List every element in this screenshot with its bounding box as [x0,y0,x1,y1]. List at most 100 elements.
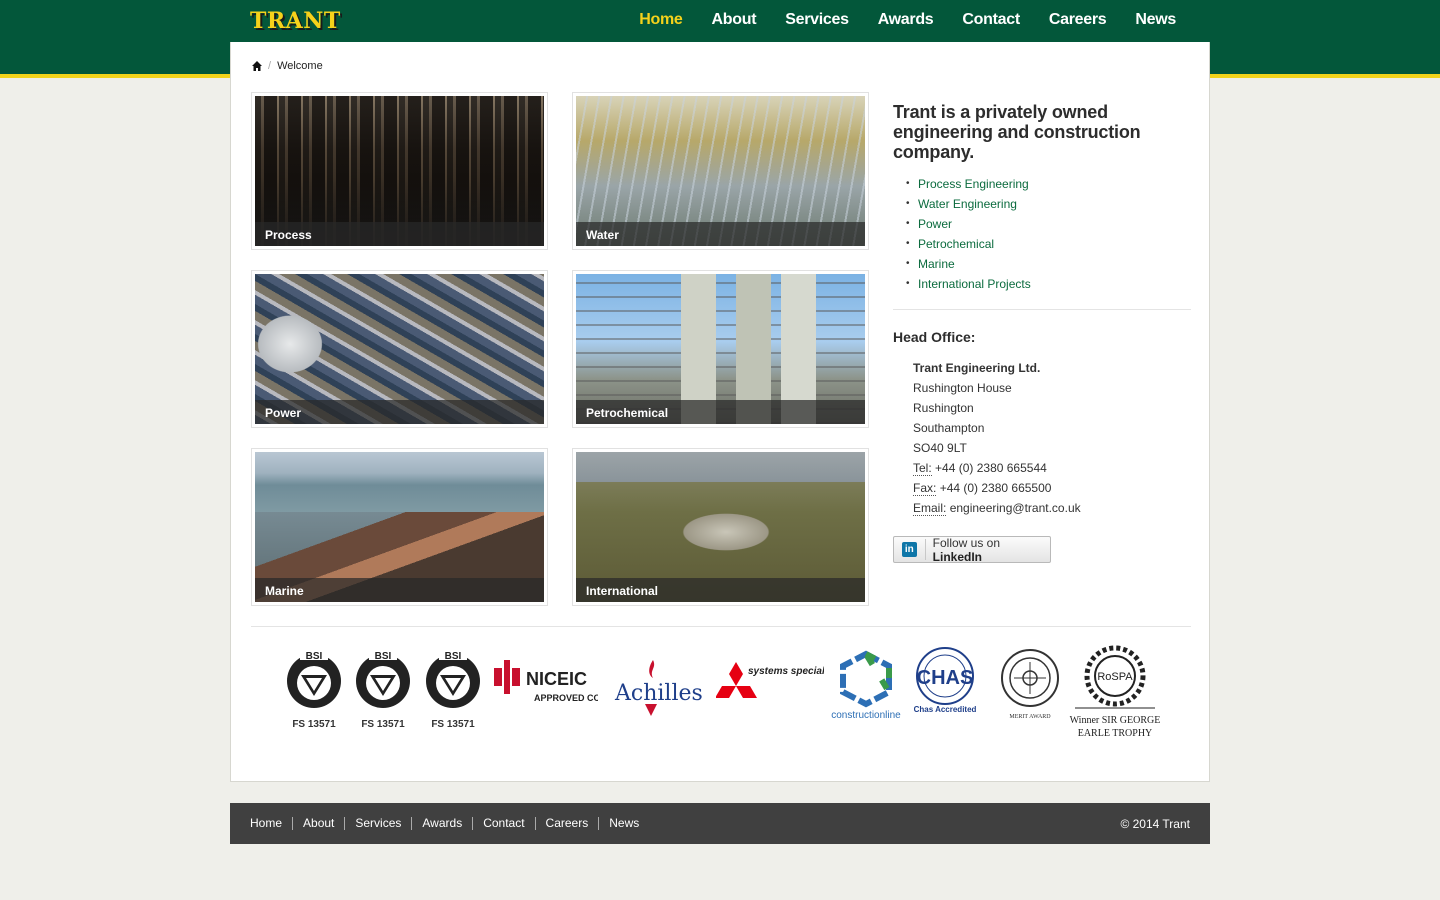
company-name: Trant Engineering Ltd. [913,361,1041,375]
footer-nav: Home About Services Awards Contact Caree… [250,817,649,830]
linkedin-label: Follow us on LinkedIn [933,536,1050,564]
home-icon[interactable] [251,60,263,72]
footer-link-news[interactable]: News [598,817,649,830]
divider [251,626,1191,627]
petrochemical-image: Petrochemical [576,274,865,424]
tile-power[interactable]: Power [251,270,548,428]
rospa-logo: RoSPA Winner SIR GEORGE EARLE TROPHY [1069,644,1161,757]
list-item: International Projects [906,274,1191,294]
systems-mark: systems specialist [748,666,824,677]
achilles-logo: Achilles [613,658,703,721]
linkedin-prefix: Follow us on [932,535,1001,550]
bsi-kitemark-icon: BSI [287,650,341,708]
address-line: Rushington [913,401,974,415]
list-item: Power [906,214,1191,234]
sidebar: Trant is a privately owned engineering a… [893,102,1191,564]
email-value[interactable]: engineering@trant.co.uk [950,501,1081,515]
address-line: Southampton [913,421,985,435]
water-image: Water [576,96,865,246]
fax-value: +44 (0) 2380 665500 [939,481,1052,495]
service-link-marine[interactable]: Marine [918,257,955,271]
email-row: Email: engineering@trant.co.uk [913,498,1191,518]
footer-link-awards[interactable]: Awards [411,817,472,830]
nav-services[interactable]: Services [785,11,849,29]
nav-careers[interactable]: Careers [1049,11,1107,29]
tile-process[interactable]: Process [251,92,548,250]
footer-link-services[interactable]: Services [344,817,411,830]
nav-home[interactable]: Home [639,11,683,29]
footer-link-contact[interactable]: Contact [472,817,534,830]
systems-specialist-logo: systems specialist [715,660,837,719]
process-image: Process [255,96,544,246]
footer-link-about[interactable]: About [292,817,344,830]
linkedin-follow-button[interactable]: in Follow us on LinkedIn [893,536,1051,564]
bsi-kitemark-icon: BSI [426,650,480,708]
tile-label: Petrochemical [576,400,865,424]
tile-label: International [576,578,865,602]
bsi-mark: BSI [375,651,392,662]
copyright: © 2014 Trant [1120,817,1190,831]
tile-label: Water [576,222,865,246]
services-list: Process Engineering Water Engineering Po… [906,174,1191,294]
nav-awards[interactable]: Awards [878,11,934,29]
chas-icon: CHAS Chas Accredited [914,647,977,714]
tile-international[interactable]: International [572,448,869,606]
power-image: Power [255,274,544,424]
tile-water[interactable]: Water [572,92,869,250]
breadcrumb-current: Welcome [277,60,323,72]
footer-link-home[interactable]: Home [250,817,292,830]
mitsubishi-diamond-icon: systems specialist [715,662,837,698]
email-label: Email: [913,501,947,516]
button-separator [924,539,926,560]
tile-marine[interactable]: Marine [251,448,548,606]
fax-row: Fax: +44 (0) 2380 665500 [913,478,1191,498]
rospa-mark: RoSPA [1097,671,1133,683]
tel-label: Tel: [913,461,932,476]
merit-award-logo: MERIT AWARD [999,648,1061,723]
international-image: International [576,452,865,602]
rospa-caption: Winner SIR GEORGE EARLE TROPHY [1069,715,1161,739]
nav-contact[interactable]: Contact [962,11,1020,29]
service-link-water[interactable]: Water Engineering [918,197,1017,211]
service-link-international[interactable]: International Projects [918,277,1031,291]
head-office-heading: Head Office: [893,329,976,345]
niceic-caption: APPROVED CONTRACTOR [534,693,598,703]
constructionline-mark: constructionline [831,710,901,720]
accreditation-logos: BSI FS 13571 BSI FS 13571 BSI FS 13571 N… [251,640,1191,760]
footer: Home About Services Awards Contact Caree… [230,803,1210,844]
list-item: Petrochemical [906,234,1191,254]
bsi-logo: BSI FS 13571 [353,648,413,730]
address-line: SO40 9LT [913,441,967,455]
intro-heading: Trant is a privately owned engineering a… [893,102,1141,162]
main-nav: Home About Services Awards Contact Caree… [610,11,1176,29]
institution-seal-icon: MERIT AWARD [1001,649,1059,720]
bsi-logo: BSI FS 13571 [423,648,483,730]
divider [893,309,1191,310]
achilles-mark: Achilles [614,681,703,706]
site-logo[interactable]: TRANT [250,8,341,34]
chas-logo: CHAS Chas Accredited [910,644,980,719]
fax-label: Fax: [913,481,937,496]
breadcrumb: / Welcome [251,60,323,72]
footer-link-careers[interactable]: Careers [534,817,599,830]
linkedin-brand: LinkedIn [932,549,982,564]
tel-value: +44 (0) 2380 665544 [935,461,1047,475]
list-item: Process Engineering [906,174,1191,194]
bsi-caption: FS 13571 [431,719,475,730]
service-link-process[interactable]: Process Engineering [918,177,1029,191]
service-link-power[interactable]: Power [918,217,952,231]
nav-about[interactable]: About [712,11,757,29]
achilles-icon: Achilles [614,660,703,716]
bsi-mark: BSI [306,651,323,662]
niceic-icon: NICEIC APPROVED CONTRACTOR [494,660,651,703]
address-block: Trant Engineering Ltd. Rushington House … [913,358,1191,518]
tile-label: Power [255,400,544,424]
bsi-logo: BSI FS 13571 [284,648,344,730]
linkedin-icon: in [902,542,917,557]
tile-petrochemical[interactable]: Petrochemical [572,270,869,428]
service-link-petrochemical[interactable]: Petrochemical [918,237,994,251]
nav-news[interactable]: News [1135,11,1176,29]
telephone-row: Tel: +44 (0) 2380 665544 [913,458,1191,478]
bsi-caption: FS 13571 [361,719,405,730]
list-item: Water Engineering [906,194,1191,214]
